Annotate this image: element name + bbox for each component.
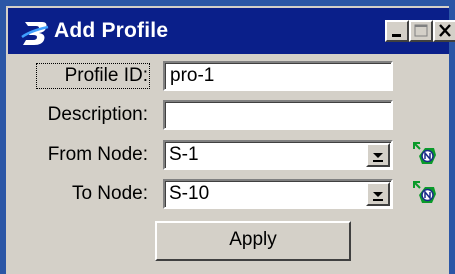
maximize-icon xyxy=(414,24,428,37)
from-node-select[interactable]: S-1 xyxy=(163,140,393,170)
description-label: Description: xyxy=(47,104,148,125)
profile-id-input[interactable] xyxy=(163,61,393,91)
to-node-value: S-10 xyxy=(169,183,210,204)
minimize-icon xyxy=(392,34,401,37)
minimize-button[interactable] xyxy=(385,20,409,42)
window-title: Add Profile xyxy=(54,19,169,42)
add-profile-window: Add Profile Profile ID: Description: Fro… xyxy=(0,0,455,274)
apply-button[interactable]: Apply xyxy=(155,221,351,261)
app-logo-icon xyxy=(21,22,49,45)
maximize-button[interactable] xyxy=(409,20,433,42)
chevron-down-icon xyxy=(373,192,383,201)
profile-id-label: Profile ID: xyxy=(36,63,150,89)
title-bar[interactable]: Add Profile xyxy=(6,6,455,54)
chevron-down-icon xyxy=(373,153,383,162)
node-pick-icon[interactable] xyxy=(412,142,438,168)
to-node-select[interactable]: S-10 xyxy=(163,179,393,209)
from-node-label: From Node: xyxy=(47,144,148,165)
description-input[interactable] xyxy=(163,100,393,130)
node-pick-icon[interactable] xyxy=(412,181,438,207)
from-node-value: S-1 xyxy=(169,144,199,165)
close-button[interactable] xyxy=(433,20,455,42)
to-node-label: To Node: xyxy=(71,183,148,204)
dialog-body: Profile ID: Description: From Node: S-1 … xyxy=(6,54,449,274)
to-node-dropdown-button[interactable] xyxy=(366,182,390,206)
from-node-dropdown-button[interactable] xyxy=(366,143,390,167)
close-icon xyxy=(439,24,451,37)
